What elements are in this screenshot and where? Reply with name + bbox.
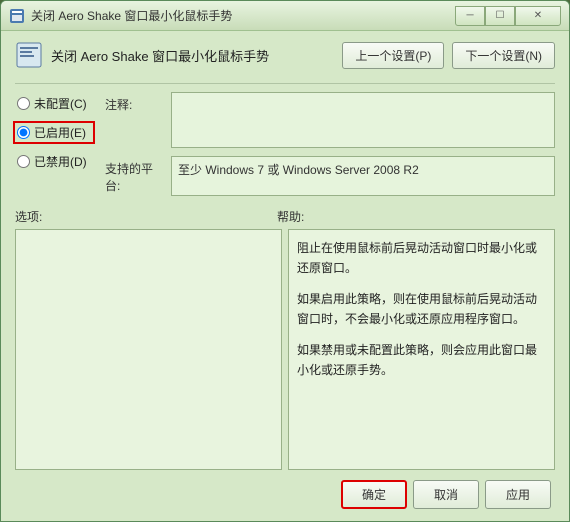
dialog-content: 关闭 Aero Shake 窗口最小化鼠标手势 上一个设置(P) 下一个设置(N… bbox=[1, 31, 569, 521]
help-paragraph: 如果禁用或未配置此策略，则会应用此窗口最小化或还原手势。 bbox=[297, 340, 546, 381]
section-labels: 选项: 帮助: bbox=[15, 208, 555, 225]
cancel-button[interactable]: 取消 bbox=[413, 480, 479, 509]
policy-icon bbox=[15, 41, 43, 69]
maximize-button[interactable]: ☐ bbox=[485, 6, 515, 26]
policy-title: 关闭 Aero Shake 窗口最小化鼠标手势 bbox=[51, 46, 334, 65]
close-button[interactable]: ✕ bbox=[515, 6, 561, 26]
window-title: 关闭 Aero Shake 窗口最小化鼠标手势 bbox=[31, 7, 455, 24]
minimize-button[interactable]: ─ bbox=[455, 6, 485, 26]
next-setting-button[interactable]: 下一个设置(N) bbox=[452, 42, 555, 69]
radio-label: 未配置(C) bbox=[34, 95, 87, 112]
platform-row: 支持的平台: 至少 Windows 7 或 Windows Server 200… bbox=[105, 156, 555, 196]
right-column: 注释: 支持的平台: 至少 Windows 7 或 Windows Server… bbox=[105, 92, 555, 196]
header-row: 关闭 Aero Shake 窗口最小化鼠标手势 上一个设置(P) 下一个设置(N… bbox=[15, 41, 555, 69]
help-paragraph: 如果启用此策略，则在使用鼠标前后晃动活动窗口时，不会最小化或还原应用程序窗口。 bbox=[297, 289, 546, 330]
options-label: 选项: bbox=[15, 208, 277, 225]
titlebar[interactable]: 关闭 Aero Shake 窗口最小化鼠标手势 ─ ☐ ✕ bbox=[1, 1, 569, 31]
radio-enabled[interactable]: 已启用(E) bbox=[13, 121, 95, 144]
help-panel: 阻止在使用鼠标前后晃动活动窗口时最小化或还原窗口。 如果启用此策略，则在使用鼠标… bbox=[288, 229, 555, 470]
apply-button[interactable]: 应用 bbox=[485, 480, 551, 509]
radio-not-configured-input[interactable] bbox=[17, 97, 30, 110]
previous-setting-button[interactable]: 上一个设置(P) bbox=[342, 42, 444, 69]
options-panel bbox=[15, 229, 282, 470]
footer-buttons: 确定 取消 应用 bbox=[15, 470, 555, 511]
config-row: 未配置(C) 已启用(E) 已禁用(D) 注释: 支持的平台: bbox=[15, 92, 555, 196]
dialog-window: 关闭 Aero Shake 窗口最小化鼠标手势 ─ ☐ ✕ 关闭 Aero Sh… bbox=[0, 0, 570, 522]
app-icon bbox=[9, 8, 25, 24]
comment-input[interactable] bbox=[171, 92, 555, 148]
comment-label: 注释: bbox=[105, 92, 163, 113]
panels-row: 阻止在使用鼠标前后晃动活动窗口时最小化或还原窗口。 如果启用此策略，则在使用鼠标… bbox=[15, 229, 555, 470]
help-paragraph: 阻止在使用鼠标前后晃动活动窗口时最小化或还原窗口。 bbox=[297, 238, 546, 279]
help-label: 帮助: bbox=[277, 208, 304, 225]
radio-disabled[interactable]: 已禁用(D) bbox=[15, 152, 95, 171]
radio-group: 未配置(C) 已启用(E) 已禁用(D) bbox=[15, 92, 95, 196]
radio-label: 已禁用(D) bbox=[34, 153, 87, 170]
radio-disabled-input[interactable] bbox=[17, 155, 30, 168]
divider bbox=[15, 83, 555, 84]
comment-row: 注释: bbox=[105, 92, 555, 148]
radio-label: 已启用(E) bbox=[34, 124, 86, 141]
platform-value: 至少 Windows 7 或 Windows Server 2008 R2 bbox=[171, 156, 555, 196]
window-controls: ─ ☐ ✕ bbox=[455, 6, 561, 26]
ok-button[interactable]: 确定 bbox=[341, 480, 407, 509]
radio-enabled-input[interactable] bbox=[17, 126, 30, 139]
radio-not-configured[interactable]: 未配置(C) bbox=[15, 94, 95, 113]
platform-label: 支持的平台: bbox=[105, 156, 163, 194]
